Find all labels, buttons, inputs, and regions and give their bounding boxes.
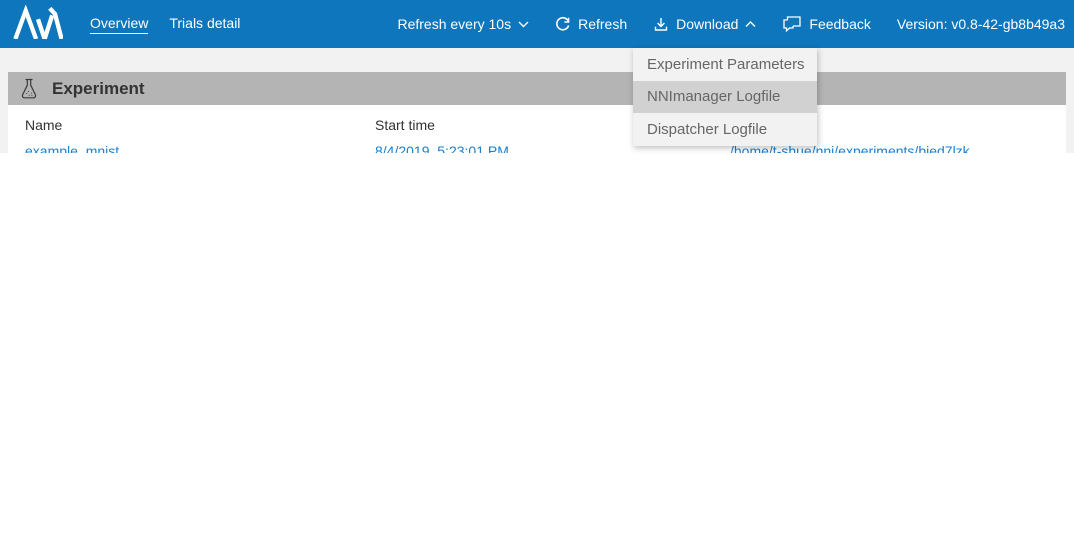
refresh-label: Refresh [578,16,627,32]
column-header-name: Name [25,117,62,133]
flask-icon [8,78,39,100]
chevron-up-icon [745,21,756,28]
refresh-button[interactable]: Refresh [555,16,627,32]
refresh-icon [555,16,571,32]
experiment-title: Experiment [52,79,145,99]
download-button[interactable]: Download [653,16,756,32]
top-navbar: Overview Trials detail Refresh every 10s… [0,0,1074,48]
download-label: Download [676,16,738,32]
menu-item-nnimanager-logfile[interactable]: NNImanager Logfile [633,81,817,114]
version-text: Version: v0.8-42-gb8b49a3 [897,16,1065,32]
experiment-name-value: example_mnist [25,144,119,153]
download-icon [653,16,669,32]
refresh-interval-label: Refresh every 10s [397,16,511,32]
menu-item-dispatcher-logfile[interactable]: Dispatcher Logfile [633,113,817,146]
page-content: Experiment Name Start time example_mnist… [0,48,1074,153]
experiment-section-header: Experiment [8,72,1066,105]
experiment-start-time-value: 8/4/2019, 5:23:01 PM [375,144,509,153]
download-dropdown-menu: Experiment Parameters NNImanager Logfile… [633,48,817,146]
refresh-interval-select[interactable]: Refresh every 10s [397,16,529,32]
chevron-down-icon [518,21,529,28]
nav-tabs: Overview Trials detail [90,15,240,34]
feedback-button[interactable]: Feedback [782,16,870,32]
experiment-table: Name Start time example_mnist 8/4/2019, … [8,105,1066,153]
column-header-start-time: Start time [375,117,435,133]
navbar-actions: Refresh every 10s Refresh [397,16,1074,32]
nni-logo-icon [13,5,63,44]
feedback-label: Feedback [809,16,870,32]
tab-overview[interactable]: Overview [90,15,148,34]
tab-trials-detail[interactable]: Trials detail [169,15,240,34]
feedback-chat-icon [782,16,802,32]
menu-item-experiment-parameters[interactable]: Experiment Parameters [633,48,817,81]
